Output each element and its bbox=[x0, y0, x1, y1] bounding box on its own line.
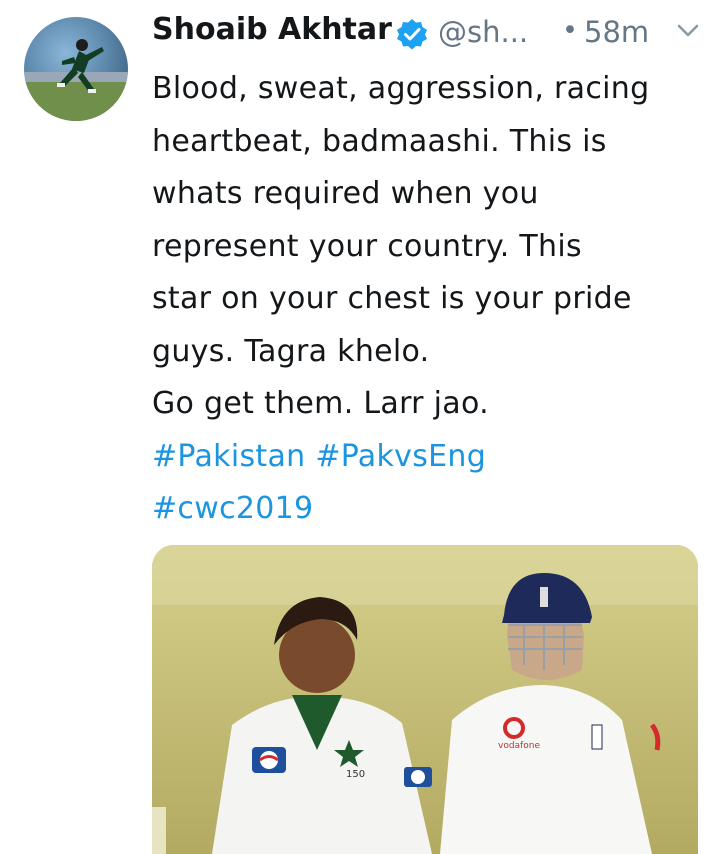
timestamp[interactable]: 58m bbox=[584, 15, 649, 49]
tweet-header: Shoaib Akhtar @sh... • 58m bbox=[152, 10, 712, 56]
hashtag-pakistan[interactable]: #Pakistan bbox=[152, 439, 305, 474]
author-name[interactable]: Shoaib Akhtar bbox=[152, 12, 392, 47]
tweet-text-line: Go get them. Larr jao. bbox=[152, 386, 489, 421]
avatar-image bbox=[24, 39, 128, 121]
media-image: 150 vodafone bbox=[152, 545, 698, 854]
tweet-text: Blood, sweat, aggression, racing heartbe… bbox=[152, 63, 712, 536]
hashtag-line: #cwc2019 bbox=[152, 483, 712, 536]
sponsor-text: vodafone bbox=[498, 741, 540, 751]
tweet-text-line: star on your chest is your pride bbox=[152, 281, 632, 316]
chevron-down-icon[interactable] bbox=[674, 22, 702, 40]
separator-dot: • bbox=[562, 15, 578, 46]
tweet-text-line: heartbeat, badmaashi. This is bbox=[152, 123, 607, 159]
tweet-text-line: Blood, sweat, aggression, racing bbox=[152, 71, 650, 106]
verified-badge-icon bbox=[397, 19, 427, 50]
avatar[interactable] bbox=[24, 17, 128, 121]
hashtag-line: #Pakistan #PakvsEng bbox=[152, 431, 712, 484]
tweet-text-line: guys. Tagra khelo. bbox=[152, 333, 430, 369]
tweet-text-line: represent your country. This bbox=[152, 228, 582, 264]
tweet-text-line: whats required when you bbox=[152, 176, 539, 211]
tweet[interactable]: Shoaib Akhtar @sh... • 58m Blood, sweat,… bbox=[0, 0, 720, 854]
hashtag-pakvseng[interactable]: #PakvsEng bbox=[315, 439, 486, 474]
hashtag-cwc2019[interactable]: #cwc2019 bbox=[152, 491, 313, 526]
shirt-number: 150 bbox=[346, 769, 365, 780]
author-handle[interactable]: @sh... bbox=[438, 15, 528, 49]
tweet-media-photo[interactable]: 150 vodafone bbox=[152, 545, 698, 854]
